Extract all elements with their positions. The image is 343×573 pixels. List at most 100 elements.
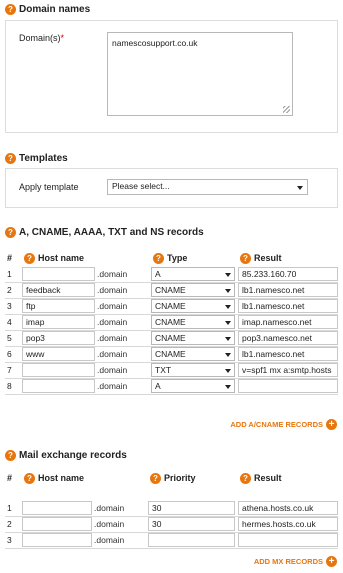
domain-names-title: Domain names [19, 4, 91, 15]
row-number: 3 [5, 532, 22, 549]
help-icon[interactable]: ? [240, 472, 251, 484]
required-mark: * [60, 33, 65, 43]
chevron-down-icon [225, 272, 231, 277]
priority-input[interactable] [148, 533, 235, 547]
help-icon[interactable]: ? [240, 252, 251, 264]
records-table: # ? Host name ? Type ? Result 1 .domain A 8… [5, 250, 338, 395]
host-input[interactable] [22, 363, 95, 377]
type-select[interactable]: A [151, 266, 235, 281]
type-select[interactable]: A [151, 379, 235, 393]
records-title: A, CNAME, AAAA, TXT and NS records [19, 227, 204, 238]
domain-suffix: .domain [92, 500, 148, 517]
result-input[interactable]: lb1.namesco.net [238, 299, 338, 313]
domains-label: Domain(s)* [19, 33, 64, 43]
type-value: A [155, 268, 161, 279]
priority-input[interactable]: 30 [148, 517, 235, 531]
result-input[interactable]: lb1.namesco.net [238, 283, 338, 297]
result-input[interactable]: imap.namesco.net [238, 315, 338, 329]
domain-suffix: .domain [95, 330, 151, 347]
type-select[interactable]: TXT [151, 363, 235, 377]
table-row: 2 .domain 30 hermes.hosts.co.uk [5, 516, 338, 533]
priority-input[interactable]: 30 [148, 500, 235, 515]
type-select[interactable]: CNAME [151, 347, 235, 361]
host-input[interactable] [22, 517, 92, 531]
help-icon[interactable]: ? [24, 472, 35, 484]
type-select[interactable]: CNAME [151, 315, 235, 329]
host-input[interactable]: www [22, 347, 95, 361]
col-num-label: # [7, 253, 13, 263]
help-icon[interactable]: ? [5, 153, 16, 164]
chevron-down-icon [225, 305, 231, 309]
add-acname-records-button[interactable]: ADD A/CNAME RECORDS + [230, 419, 337, 430]
type-select[interactable]: CNAME [151, 283, 235, 297]
type-value: CNAME [155, 349, 186, 359]
result-input[interactable]: athena.hosts.co.uk [238, 500, 338, 515]
table-row: 1 .domain 30 athena.hosts.co.uk [5, 500, 338, 517]
result-input[interactable]: v=spf1 mx a:smtp.hosts [238, 363, 338, 377]
result-input[interactable] [238, 379, 338, 393]
host-input[interactable] [22, 266, 95, 281]
result-input[interactable] [238, 533, 338, 547]
col-host: ? Host name [22, 250, 151, 266]
table-row: 1 .domain A 85.233.160.70 [5, 266, 338, 283]
table-row: 3 .domain [5, 532, 338, 549]
apply-template-label: Apply template [19, 182, 79, 192]
domain-names-heading: ? Domain names [5, 4, 90, 15]
row-number: 2 [5, 516, 22, 533]
mx-title: Mail exchange records [19, 450, 127, 461]
type-value: CNAME [155, 301, 186, 311]
host-input[interactable]: imap [22, 315, 95, 329]
host-input[interactable]: pop3 [22, 331, 95, 345]
result-input[interactable]: hermes.hosts.co.uk [238, 517, 338, 531]
help-icon[interactable]: ? [150, 472, 161, 484]
host-input[interactable] [22, 533, 92, 547]
add-mx-records-button[interactable]: ADD MX RECORDS + [254, 556, 337, 567]
type-select[interactable]: CNAME [151, 299, 235, 313]
col-priority-label: Priority [164, 473, 196, 483]
templates-heading: ? Templates [5, 153, 68, 164]
type-value: CNAME [155, 317, 186, 327]
domains-textarea[interactable]: namescosupport.co.uk [107, 32, 293, 116]
result-input[interactable]: pop3.namesco.net [238, 331, 338, 345]
help-icon[interactable]: ? [5, 227, 16, 238]
chevron-down-icon [225, 337, 231, 341]
resize-grip-icon[interactable] [283, 106, 290, 113]
result-input[interactable]: lb1.namesco.net [238, 347, 338, 361]
type-value: A [155, 381, 161, 391]
templates-title: Templates [19, 153, 68, 164]
col-type-label: Type [167, 253, 188, 263]
chevron-down-icon [225, 369, 231, 373]
add-acname-label: ADD A/CNAME RECORDS [230, 420, 323, 429]
col-host-label: Host name [38, 253, 85, 263]
plus-circle-icon: + [326, 556, 337, 567]
row-number: 7 [5, 362, 22, 379]
col-num: # [5, 250, 22, 266]
domain-suffix: .domain [95, 378, 151, 395]
row-number: 2 [5, 282, 22, 299]
host-input[interactable] [22, 500, 92, 515]
help-icon[interactable]: ? [153, 252, 164, 264]
row-number: 1 [5, 500, 22, 517]
col-priority: ? Priority [148, 470, 238, 486]
help-icon[interactable]: ? [24, 252, 35, 264]
template-select[interactable]: Please select... [107, 179, 308, 195]
chevron-down-icon [225, 289, 231, 293]
col-result-label: Result [254, 253, 282, 263]
table-row: 8 .domain A [5, 378, 338, 395]
records-heading: ? A, CNAME, AAAA, TXT and NS records [5, 227, 204, 238]
add-mx-label: ADD MX RECORDS [253, 557, 323, 566]
domain-suffix: .domain [95, 362, 151, 379]
template-selected-value: Please select... [112, 181, 170, 191]
domain-suffix: .domain [95, 298, 151, 315]
type-value: CNAME [155, 285, 186, 295]
row-number: 3 [5, 298, 22, 315]
help-icon[interactable]: ? [5, 4, 16, 15]
host-input[interactable]: ftp [22, 299, 95, 313]
type-select[interactable]: CNAME [151, 331, 235, 345]
help-icon[interactable]: ? [5, 450, 16, 461]
host-input[interactable]: feedback [22, 283, 95, 297]
host-input[interactable] [22, 379, 95, 393]
result-input[interactable]: 85.233.160.70 [238, 266, 338, 281]
domains-value: namescosupport.co.uk [112, 38, 198, 48]
row-number: 4 [5, 314, 22, 331]
